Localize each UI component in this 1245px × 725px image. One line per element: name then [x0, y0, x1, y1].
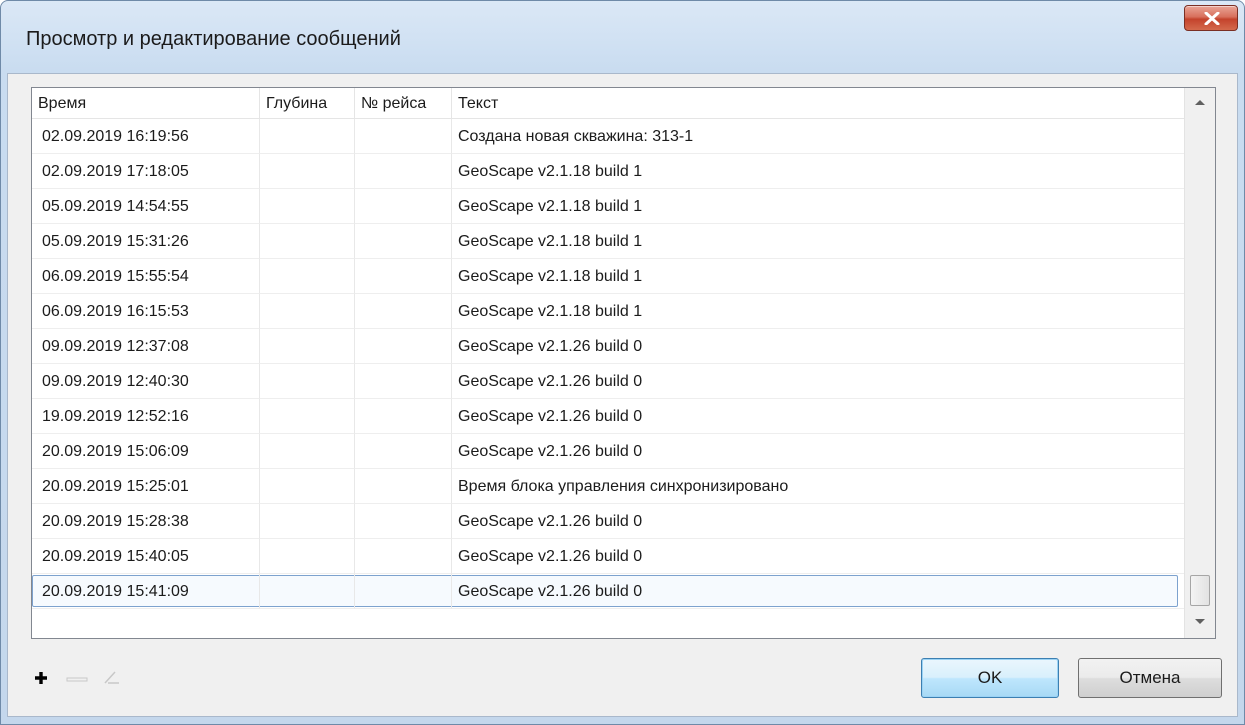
cell-text: GeoScape v2.1.26 build 0 [452, 434, 1184, 469]
table-row[interactable]: 05.09.2019 15:31:26 GeoScape v2.1.18 buil… [32, 224, 1184, 259]
cancel-button[interactable]: Отмена [1078, 658, 1222, 698]
cell-run [355, 574, 452, 609]
cell-run [355, 469, 452, 504]
column-header-text[interactable]: Текст [452, 88, 1184, 118]
cell-run [355, 119, 452, 154]
table-row[interactable]: 06.09.2019 15:55:54 GeoScape v2.1.18 buil… [32, 259, 1184, 294]
table-row[interactable]: 02.09.2019 17:18:05 GeoScape v2.1.18 buil… [32, 154, 1184, 189]
cell-depth [260, 364, 355, 399]
cell-text: Создана новая скважина: 313-1 [452, 119, 1184, 154]
table-row[interactable]: 09.09.2019 12:37:08 GeoScape v2.1.26 buil… [32, 329, 1184, 364]
cell-run [355, 434, 452, 469]
close-icon [1204, 12, 1220, 25]
cell-depth [260, 434, 355, 469]
close-button[interactable] [1184, 5, 1238, 31]
cell-time: 20.09.2019 15:28:38 [32, 504, 260, 539]
column-header-time[interactable]: Время [32, 88, 260, 118]
cell-run [355, 189, 452, 224]
cell-depth [260, 224, 355, 259]
cell-depth [260, 294, 355, 329]
cell-text: GeoScape v2.1.18 build 1 [452, 189, 1184, 224]
cell-run [355, 329, 452, 364]
cell-text: GeoScape v2.1.26 build 0 [452, 329, 1184, 364]
cell-depth [260, 399, 355, 434]
cell-run [355, 539, 452, 574]
cell-time: 09.09.2019 12:40:30 [32, 364, 260, 399]
cell-depth [260, 329, 355, 364]
cell-time: 09.09.2019 12:37:08 [32, 329, 260, 364]
cell-text: Время блока управления синхронизировано [452, 469, 1184, 504]
cell-depth [260, 154, 355, 189]
table-row[interactable]: 19.09.2019 12:52:16 GeoScape v2.1.26 buil… [32, 399, 1184, 434]
cell-run [355, 294, 452, 329]
cell-text: GeoScape v2.1.26 build 0 [452, 364, 1184, 399]
cell-text: GeoScape v2.1.26 build 0 [452, 574, 1184, 609]
minus-icon[interactable] [66, 676, 88, 684]
cell-run [355, 154, 452, 189]
cell-time: 05.09.2019 15:31:26 [32, 224, 260, 259]
table-row[interactable]: 05.09.2019 14:54:55 GeoScape v2.1.18 buil… [32, 189, 1184, 224]
cell-depth [260, 189, 355, 224]
cell-time: 19.09.2019 12:52:16 [32, 399, 260, 434]
cell-time: 02.09.2019 16:19:56 [32, 119, 260, 154]
column-header-run[interactable]: № рейса [355, 88, 452, 118]
cell-time: 20.09.2019 15:40:05 [32, 539, 260, 574]
table-row[interactable]: 02.09.2019 16:19:56 Создана новая скважин… [32, 119, 1184, 154]
title-bar[interactable]: Просмотр и редактирование сообщений [1, 1, 1244, 73]
column-header-depth[interactable]: Глубина [260, 88, 355, 118]
vertical-scrollbar[interactable] [1184, 88, 1215, 638]
table-row[interactable]: 06.09.2019 16:15:53 GeoScape v2.1.18 buil… [32, 294, 1184, 329]
cell-depth [260, 469, 355, 504]
cell-run [355, 504, 452, 539]
cell-depth [260, 119, 355, 154]
cell-depth [260, 259, 355, 294]
table-row[interactable]: 20.09.2019 15:06:09 GeoScape v2.1.26 buil… [32, 434, 1184, 469]
cell-depth [260, 504, 355, 539]
cell-time: 20.09.2019 15:06:09 [32, 434, 260, 469]
list-header: Время Глубина № рейса Текст [32, 88, 1184, 119]
plus-icon[interactable] [33, 670, 49, 686]
cell-time: 02.09.2019 17:18:05 [32, 154, 260, 189]
cell-time: 06.09.2019 15:55:54 [32, 259, 260, 294]
messages-list[interactable]: Время Глубина № рейса Текст 02.09.2019 1… [31, 87, 1216, 639]
cell-time: 20.09.2019 15:41:09 [32, 574, 260, 609]
table-row[interactable]: 20.09.2019 15:40:05 GeoScape v2.1.26 buil… [32, 539, 1184, 574]
scrollbar-thumb[interactable] [1190, 575, 1210, 606]
cell-run [355, 224, 452, 259]
table-row[interactable]: 20.09.2019 15:28:38 GeoScape v2.1.26 buil… [32, 504, 1184, 539]
ok-button[interactable]: OK [921, 658, 1059, 698]
table-row[interactable]: 20.09.2019 15:25:01 Время блока управлени… [32, 469, 1184, 504]
table-row[interactable]: 09.09.2019 12:40:30 GeoScape v2.1.26 buil… [32, 364, 1184, 399]
cell-time: 20.09.2019 15:25:01 [32, 469, 260, 504]
dialog-client-area: Время Глубина № рейса Текст 02.09.2019 1… [7, 73, 1238, 717]
dialog-window: Просмотр и редактирование сообщений Врем… [0, 0, 1245, 725]
cell-text: GeoScape v2.1.26 build 0 [452, 399, 1184, 434]
cell-time: 06.09.2019 16:15:53 [32, 294, 260, 329]
cell-time: 05.09.2019 14:54:55 [32, 189, 260, 224]
cell-run [355, 399, 452, 434]
cell-text: GeoScape v2.1.26 build 0 [452, 504, 1184, 539]
cell-text: GeoScape v2.1.26 build 0 [452, 539, 1184, 574]
table-row[interactable]: 20.09.2019 15:41:09 GeoScape v2.1.26 buil… [32, 574, 1184, 609]
cell-text: GeoScape v2.1.18 build 1 [452, 224, 1184, 259]
cell-depth [260, 539, 355, 574]
scroll-up-arrow-icon[interactable] [1195, 100, 1205, 105]
window-title: Просмотр и редактирование сообщений [26, 28, 401, 50]
cell-depth [260, 574, 355, 609]
edit-icon[interactable] [102, 668, 122, 686]
cell-text: GeoScape v2.1.18 build 1 [452, 259, 1184, 294]
cell-run [355, 364, 452, 399]
scroll-down-arrow-icon[interactable] [1195, 619, 1205, 624]
cell-text: GeoScape v2.1.18 build 1 [452, 154, 1184, 189]
cell-text: GeoScape v2.1.18 build 1 [452, 294, 1184, 329]
cell-run [355, 259, 452, 294]
